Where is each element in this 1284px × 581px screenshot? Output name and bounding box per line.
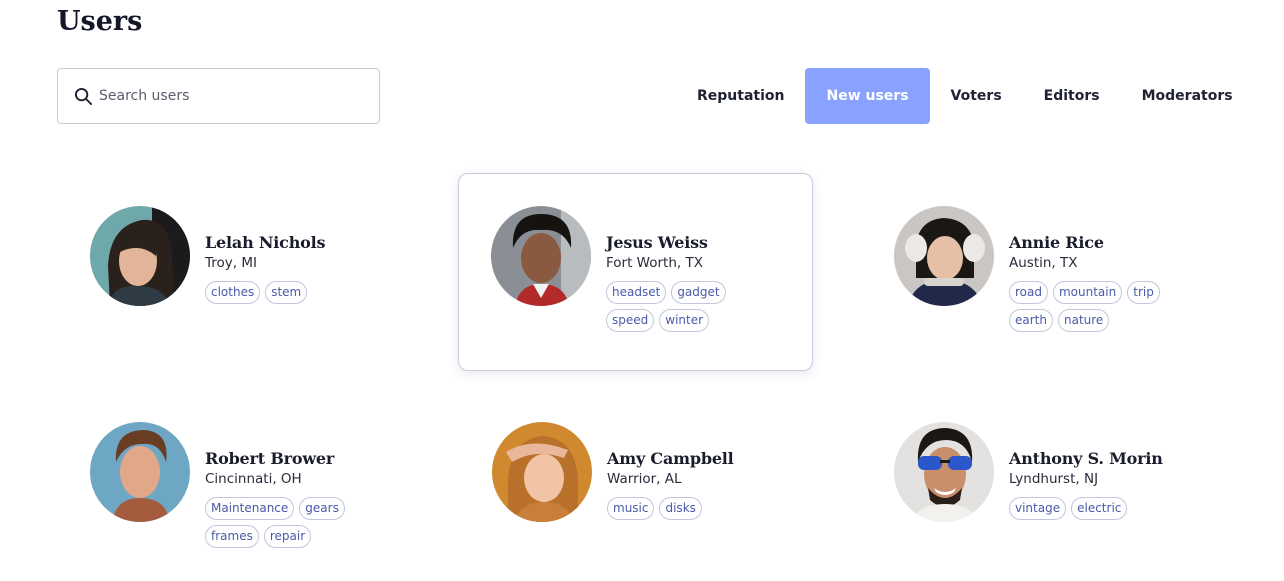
tag[interactable]: gears	[299, 497, 345, 520]
tab-voters[interactable]: Voters	[930, 68, 1023, 124]
user-card[interactable]: Anthony S. Morin Lyndhurst, NJ vintage e…	[861, 388, 1216, 581]
page-title: Users	[57, 6, 143, 37]
user-location: Fort Worth, TX	[606, 255, 703, 271]
user-name[interactable]: Annie Rice	[1009, 233, 1209, 252]
tag[interactable]: repair	[263, 525, 312, 548]
tag[interactable]: vintage	[1009, 497, 1067, 520]
user-card[interactable]: Jesus Weiss Fort Worth, TX headset gadge…	[458, 173, 813, 371]
user-location: Cincinnati, OH	[205, 471, 302, 487]
tag[interactable]: clothes	[205, 281, 261, 304]
tag[interactable]: speed	[606, 309, 655, 332]
tag[interactable]: earth	[1009, 309, 1053, 332]
search-box[interactable]	[57, 68, 380, 124]
user-tags: road mountain trip earth nature	[1009, 281, 1174, 332]
user-card[interactable]: Amy Campbell Warrior, AL music disks	[459, 388, 814, 581]
tab-moderators[interactable]: Moderators	[1121, 68, 1254, 124]
user-location: Troy, MI	[205, 255, 257, 271]
tag[interactable]: stem	[265, 281, 308, 304]
tag[interactable]: disks	[659, 497, 702, 520]
user-tags: clothes stem	[205, 281, 370, 304]
user-tags: music disks	[607, 497, 772, 520]
tag[interactable]: trip	[1127, 281, 1160, 304]
user-location: Lyndhurst, NJ	[1009, 471, 1099, 487]
user-name[interactable]: Lelah Nichols	[205, 233, 405, 252]
avatar[interactable]	[90, 206, 190, 306]
tag[interactable]: nature	[1057, 309, 1110, 332]
user-location: Austin, TX	[1009, 255, 1078, 271]
avatar[interactable]	[492, 422, 592, 522]
user-name[interactable]: Anthony S. Morin	[1009, 449, 1209, 468]
avatar[interactable]	[894, 422, 994, 522]
tag[interactable]: music	[607, 497, 655, 520]
avatar[interactable]	[491, 206, 591, 306]
tag[interactable]: mountain	[1052, 281, 1123, 304]
tag[interactable]: headset	[606, 281, 667, 304]
user-tags: vintage electric	[1009, 497, 1174, 520]
tab-reputation[interactable]: Reputation	[676, 68, 805, 124]
search-input[interactable]	[99, 88, 359, 104]
tag[interactable]: Maintenance	[205, 497, 295, 520]
user-name[interactable]: Amy Campbell	[607, 449, 807, 468]
tab-new-users[interactable]: New users	[805, 68, 930, 124]
avatar[interactable]	[894, 206, 994, 306]
tag[interactable]: frames	[205, 525, 259, 548]
tag[interactable]: winter	[659, 309, 710, 332]
user-card[interactable]: Lelah Nichols Troy, MI clothes stem	[57, 172, 412, 370]
user-card[interactable]: Annie Rice Austin, TX road mountain trip…	[861, 172, 1216, 370]
tag[interactable]: electric	[1071, 497, 1128, 520]
search-icon	[74, 87, 93, 105]
user-name[interactable]: Robert Brower	[205, 449, 405, 468]
user-card[interactable]: Robert Brower Cincinnati, OH Maintenance…	[57, 388, 412, 581]
user-name[interactable]: Jesus Weiss	[606, 233, 806, 252]
user-location: Warrior, AL	[607, 471, 682, 487]
user-filter-tabs: Reputation New users Voters Editors Mode…	[676, 68, 1254, 124]
avatar[interactable]	[90, 422, 190, 522]
tag[interactable]: gadget	[671, 281, 726, 304]
user-tags: Maintenance gears frames repair	[205, 497, 370, 548]
user-tags: headset gadget speed winter	[606, 281, 771, 332]
tag[interactable]: road	[1009, 281, 1048, 304]
tab-editors[interactable]: Editors	[1023, 68, 1121, 124]
